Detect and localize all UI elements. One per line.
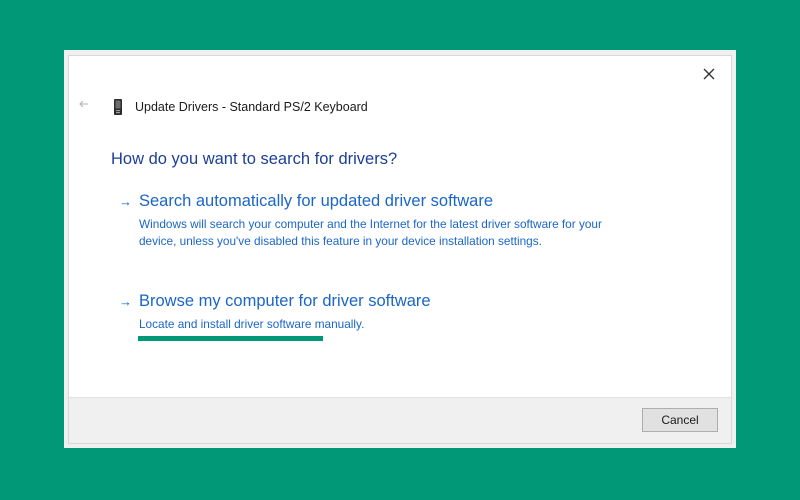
cancel-button[interactable]: Cancel [642,408,718,432]
update-drivers-dialog: Update Drivers - Standard PS/2 Keyboard … [68,55,732,444]
option-description: Windows will search your computer and th… [139,217,602,248]
search-automatically-option[interactable]: → Search automatically for updated drive… [119,192,619,250]
option-description: Locate and install driver software manua… [139,317,365,331]
dialog-footer: Cancel [69,397,731,443]
dialog-title-row: Update Drivers - Standard PS/2 Keyboard [111,98,368,116]
dialog-title: Update Drivers - Standard PS/2 Keyboard [135,100,368,114]
arrow-right-icon: → [119,194,132,209]
browse-computer-option[interactable]: → Browse my computer for driver software… [119,292,619,333]
highlight-underline [138,336,323,341]
option-title[interactable]: Search automatically for updated driver … [139,192,493,211]
arrow-right-icon: → [119,294,132,309]
back-arrow-icon [79,100,88,108]
close-icon [703,68,715,80]
back-button[interactable] [79,98,93,112]
keyboard-device-icon [114,99,122,115]
option-title[interactable]: Browse my computer for driver software [139,292,431,311]
close-button[interactable] [695,62,723,86]
page-heading: How do you want to search for drivers? [111,150,398,168]
